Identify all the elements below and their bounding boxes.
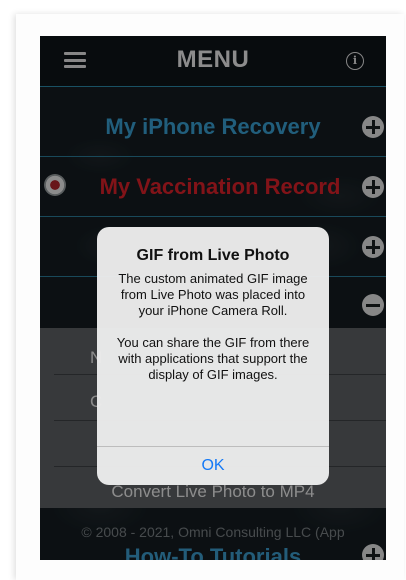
alert-title: GIF from Live Photo [136,247,290,264]
alert-message: The custom animated GIF image from Live … [116,271,310,382]
ok-button[interactable]: OK [97,446,329,485]
alert-dialog: GIF from Live Photo The custom animated … [97,227,329,485]
